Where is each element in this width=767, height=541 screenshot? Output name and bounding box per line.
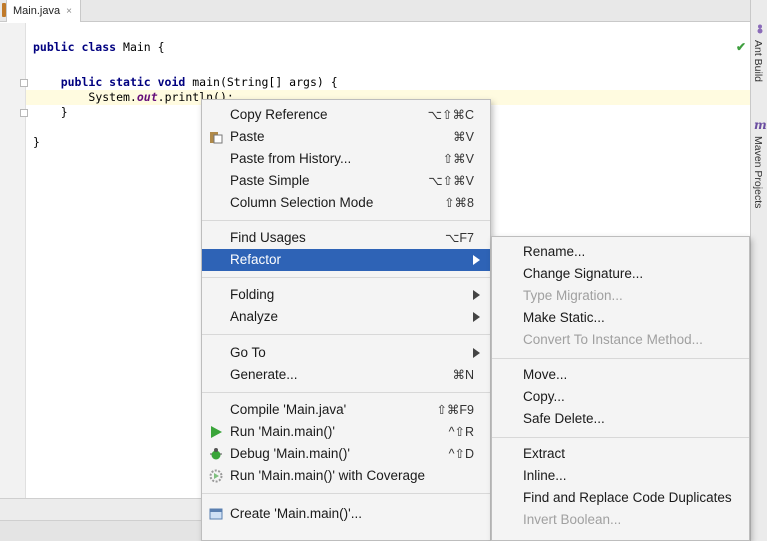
menu-item-paste[interactable]: Paste ⌘V	[202, 126, 490, 148]
ant-icon	[757, 24, 763, 34]
code-line-5: }	[33, 135, 40, 149]
submenu-item-invert-boolean: Invert Boolean...	[523, 512, 622, 527]
menu-separator	[202, 493, 490, 494]
submenu-item-find-replace-duplicates[interactable]: Find and Replace Code Duplicates	[523, 490, 732, 505]
code-line-2: public static void main(String[] args) {	[60, 75, 338, 89]
menu-item-run[interactable]: Run 'Main.main()' ^⇧R	[202, 421, 490, 443]
submenu-arrow-icon	[473, 255, 480, 265]
submenu-arrow-icon	[473, 290, 480, 300]
menu-separator	[202, 334, 490, 335]
submenu-arrow-icon	[473, 348, 480, 358]
run-icon	[211, 426, 222, 438]
submenu-item-safe-delete[interactable]: Safe Delete...	[523, 411, 605, 426]
menu-item-copy-reference[interactable]: Copy Reference ⌥⇧⌘C	[202, 104, 490, 126]
code-line-4: }	[60, 105, 68, 119]
run-configuration-icon	[209, 508, 223, 520]
menu-item-paste-from-history[interactable]: Paste from History... ⇧⌘V	[202, 148, 490, 170]
code-line-1: public class Main {	[33, 40, 165, 54]
submenu-item-rename[interactable]: Rename...	[523, 244, 585, 259]
menu-item-debug[interactable]: Debug 'Main.main()' ^⇧D	[202, 443, 490, 465]
menu-separator	[202, 277, 490, 278]
paste-icon	[210, 132, 223, 144]
menu-item-analyze[interactable]: Analyze	[202, 306, 490, 328]
refactor-submenu: Rename... Change Signature... Type Migra…	[491, 236, 750, 541]
fold-marker-icon[interactable]	[20, 109, 28, 117]
fold-marker-icon[interactable]	[20, 79, 28, 87]
submenu-arrow-icon	[473, 312, 480, 322]
menu-separator	[202, 392, 490, 393]
submenu-item-copy[interactable]: Copy...	[523, 389, 565, 404]
ant-build-tool-button[interactable]: Ant Build	[752, 40, 764, 82]
menu-item-create-run-config[interactable]: Create 'Main.main()'...	[202, 503, 490, 525]
menu-separator	[202, 220, 490, 221]
no-errors-check-icon: ✔	[736, 40, 747, 54]
menu-item-paste-simple[interactable]: Paste Simple ⌥⇧⌘V	[202, 170, 490, 192]
close-icon[interactable]: ×	[66, 6, 72, 17]
submenu-item-convert-to-instance-method: Convert To Instance Method...	[523, 332, 703, 347]
tab-title: Main.java	[13, 5, 61, 17]
right-tool-strip: Ant Build m Maven Projects	[750, 0, 767, 541]
editor-gutter	[0, 23, 28, 498]
menu-item-refactor[interactable]: Refactor	[202, 249, 490, 271]
menu-item-compile[interactable]: Compile 'Main.java' ⇧⌘F9	[202, 399, 490, 421]
menu-item-find-usages[interactable]: Find Usages ⌥F7	[202, 227, 490, 249]
submenu-item-type-migration: Type Migration...	[523, 288, 623, 303]
maven-projects-tool-button[interactable]: Maven Projects	[752, 136, 764, 208]
coverage-icon	[209, 469, 223, 483]
menu-item-run-with-coverage[interactable]: Run 'Main.main()' with Coverage	[202, 465, 490, 487]
submenu-separator	[492, 358, 749, 359]
context-menu: Copy Reference ⌥⇧⌘C Paste ⌘V Paste from Hi…	[201, 99, 491, 541]
menu-item-go-to[interactable]: Go To	[202, 342, 490, 364]
submenu-item-inline[interactable]: Inline...	[523, 468, 567, 483]
editor-tab-bar: Main.java ×	[0, 0, 750, 22]
submenu-item-change-signature[interactable]: Change Signature...	[523, 266, 643, 281]
debug-bug-icon	[210, 448, 222, 460]
submenu-item-extract[interactable]: Extract	[523, 446, 565, 461]
menu-item-column-selection-mode[interactable]: Column Selection Mode ⇧⌘8	[202, 192, 490, 214]
submenu-item-make-static[interactable]: Make Static...	[523, 310, 605, 325]
maven-icon: m	[754, 118, 767, 132]
menu-item-generate[interactable]: Generate... ⌘N	[202, 364, 490, 386]
submenu-separator	[492, 437, 749, 438]
submenu-item-move[interactable]: Move...	[523, 367, 567, 382]
tab-main-java[interactable]: Main.java ×	[6, 0, 81, 22]
menu-item-folding[interactable]: Folding	[202, 284, 490, 306]
